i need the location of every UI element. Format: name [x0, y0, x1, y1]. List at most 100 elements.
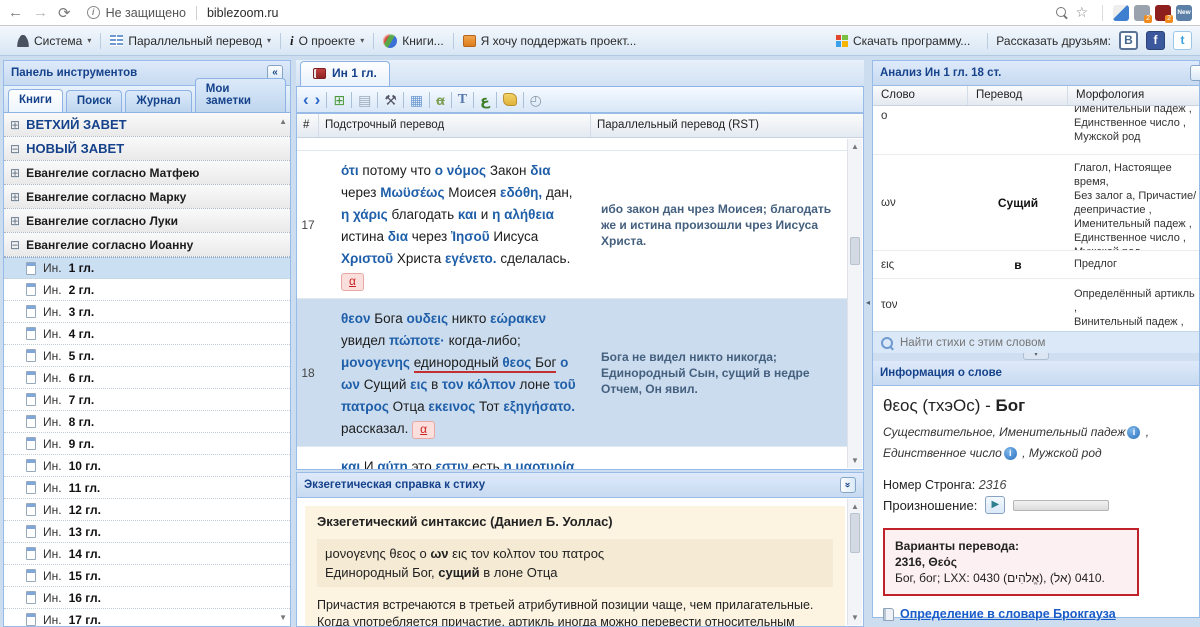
analysis-row-о[interactable]: оИменительный падеж , Единственное число… — [873, 106, 1199, 154]
scroll-thumb[interactable] — [850, 237, 860, 265]
tree-group-Евангелие согласно Матфею[interactable]: ⊞Евангелие согласно Матфею — [4, 161, 290, 185]
add-note-icon[interactable]: ⊞ — [333, 92, 345, 108]
scroll-down-icon[interactable]: ▼ — [848, 613, 862, 622]
column-interlinear[interactable]: Подстрочный перевод — [319, 114, 591, 137]
chapter-14 гл.[interactable]: Ин.14 гл. — [4, 543, 290, 565]
play-audio-button[interactable]: ▶ — [985, 496, 1005, 514]
word-search-bar[interactable] — [873, 331, 1199, 353]
bookmark-scroll-icon[interactable] — [503, 93, 517, 106]
tab-Мои заметки[interactable]: Мои заметки — [195, 78, 286, 112]
collapse-exegetical-button[interactable]: « — [840, 477, 856, 493]
scroll-down-icon[interactable]: ▼ — [848, 456, 862, 465]
dictionary-link[interactable]: Определение в словаре Брокгауза — [900, 607, 1116, 621]
verse-row[interactable]: 18θεον Бога ουδεις никто εώρακεν увидел … — [297, 299, 847, 447]
column-parallel[interactable]: Параллельный перевод (RST) — [591, 114, 863, 137]
chapter-9 гл.[interactable]: Ин.9 гл. — [4, 433, 290, 455]
chapter-7 гл.[interactable]: Ин.7 гл. — [4, 389, 290, 411]
tab-john-1[interactable]: Ин 1 гл. — [300, 61, 390, 86]
analysis-row-ων[interactable]: ωνСущийГлагол, Настоящее время, Без зало… — [873, 154, 1199, 250]
column-translation[interactable]: Перевод — [968, 86, 1068, 105]
collapse-node-icon[interactable]: ⊟ — [10, 238, 20, 252]
tab-Книги[interactable]: Книги — [8, 89, 63, 112]
grid-scrollbar[interactable]: ▲ ▼ — [847, 139, 862, 468]
menu-item-support[interactable]: Я хочу поддержать проект... — [454, 31, 646, 51]
verse-row[interactable]: 17ότι потому что ο νόμος Закон δια через… — [297, 151, 847, 299]
scroll-up-icon[interactable]: ▲ — [848, 502, 862, 511]
menu-item-about[interactable]: iО проекте▾ — [281, 30, 373, 52]
tree-group-Евангелие согласно Луки[interactable]: ⊞Евангелие согласно Луки — [4, 209, 290, 233]
scroll-thumb[interactable] — [850, 513, 860, 553]
chapter-15 гл.[interactable]: Ин.15 гл. — [4, 565, 290, 587]
center-right-splitter[interactable]: ◂ — [866, 60, 871, 627]
chapter-1 гл.[interactable]: Ин.1 гл. — [4, 257, 290, 279]
chapter-17 гл.[interactable]: Ин.17 гл. — [4, 609, 290, 626]
url-text[interactable]: biblezoom.ru — [207, 6, 279, 20]
tree-group-Евангелие согласно Марку[interactable]: ⊞Евангелие согласно Марку — [4, 185, 290, 209]
hide-interlinear-icon[interactable]: α — [436, 92, 445, 108]
text-format-icon[interactable]: T — [458, 92, 467, 108]
twitter-share-button[interactable]: t — [1173, 31, 1192, 50]
expand-node-icon[interactable]: ⊞ — [10, 214, 20, 228]
splitter-handle-icon[interactable]: ▾ — [1023, 353, 1049, 360]
tree-group-Евангелие согласно Иоанну[interactable]: ⊟Евангелие согласно Иоанну — [4, 233, 290, 257]
verse-row[interactable]: α — [297, 138, 847, 151]
new-document-icon[interactable]: ▤ — [358, 92, 371, 108]
menu-item-parallel[interactable]: Параллельный перевод▾ — [101, 31, 280, 51]
info-icon[interactable]: i — [1004, 447, 1017, 460]
tree-scroll-down-icon[interactable]: ▼ — [279, 613, 287, 622]
collapse-analysis-button[interactable] — [1190, 65, 1200, 81]
browser-back-icon[interactable]: ← — [8, 4, 23, 21]
menu-download-program[interactable]: Скачать программу... — [827, 31, 979, 51]
chapter-8 гл.[interactable]: Ин.8 гл. — [4, 411, 290, 433]
verse-row[interactable]: και И αύτη это εστιν есть η μαρτυρία сви… — [297, 447, 847, 469]
address-bar[interactable]: i Не защищено biblezoom.ru — [87, 6, 279, 20]
tree-group-ВЕТХИЙ ЗАВЕТ[interactable]: ⊞ВЕТХИЙ ЗАВЕТ — [4, 113, 290, 137]
browser-forward-icon[interactable]: → — [33, 4, 48, 21]
extension-adblock-icon[interactable]: 2 — [1134, 5, 1150, 21]
chapter-10 гл.[interactable]: Ин.10 гл. — [4, 455, 290, 477]
back-icon[interactable]: ‹ — [303, 92, 309, 108]
zoom-page-icon[interactable] — [1056, 7, 1067, 18]
site-info-icon[interactable]: i — [87, 6, 100, 19]
column-word[interactable]: Слово — [873, 86, 968, 105]
scroll-up-icon[interactable]: ▲ — [848, 142, 862, 151]
bookmark-star-icon[interactable]: ☆ — [1075, 4, 1088, 21]
tools-icon[interactable]: ⚒ — [384, 92, 397, 108]
chapter-11 гл.[interactable]: Ин.11 гл. — [4, 477, 290, 499]
forward-icon[interactable]: › — [315, 92, 321, 108]
collapse-node-icon[interactable]: ⊟ — [10, 142, 20, 156]
chapter-4 гл.[interactable]: Ин.4 гл. — [4, 323, 290, 345]
lexeme-icon[interactable]: ع — [480, 92, 490, 108]
chapter-3 гл.[interactable]: Ин.3 гл. — [4, 301, 290, 323]
history-clock-icon[interactable]: ◴ — [530, 92, 542, 108]
tab-Журнал[interactable]: Журнал — [125, 90, 191, 112]
tree-group-НОВЫЙ ЗАВЕТ[interactable]: ⊟НОВЫЙ ЗАВЕТ — [4, 137, 290, 161]
browser-reload-icon[interactable]: ⟳ — [58, 4, 71, 22]
column-morphology[interactable]: Морфология — [1068, 86, 1199, 105]
menu-item-books[interactable]: Книги... — [374, 31, 452, 51]
chapter-12 гл.[interactable]: Ин.12 гл. — [4, 499, 290, 521]
analysis-row-εις[interactable]: ειςвПредлог — [873, 250, 1199, 278]
tree-scroll-up-icon[interactable]: ▲ — [279, 117, 287, 126]
search-input[interactable] — [900, 337, 1191, 349]
facebook-share-button[interactable]: f — [1146, 31, 1165, 50]
exegetical-scrollbar[interactable]: ▲ ▼ — [847, 499, 862, 625]
chapter-16 гл.[interactable]: Ин.16 гл. — [4, 587, 290, 609]
expand-node-icon[interactable]: ⊞ — [10, 166, 20, 180]
info-icon[interactable]: i — [1127, 426, 1140, 439]
splitter-grip-icon[interactable]: ◂ — [866, 298, 870, 307]
analysis-row-τον[interactable]: τονОпределённый артикль , Винительный па… — [873, 278, 1199, 331]
expand-node-icon[interactable]: ⊞ — [10, 118, 20, 132]
verse-analysis-button[interactable]: α — [341, 273, 364, 291]
extension-picker-icon[interactable] — [1113, 5, 1129, 21]
vk-share-button[interactable]: B — [1119, 31, 1138, 50]
horizontal-splitter[interactable]: ▾ — [873, 353, 1199, 361]
tab-Поиск[interactable]: Поиск — [66, 90, 123, 112]
expand-node-icon[interactable]: ⊞ — [10, 190, 20, 204]
extension-new-icon[interactable]: New — [1176, 5, 1192, 21]
menu-item-system[interactable]: Система▾ — [8, 31, 100, 51]
verse-analysis-button[interactable]: α — [412, 421, 435, 439]
chapter-13 гл.[interactable]: Ин.13 гл. — [4, 521, 290, 543]
column-number[interactable]: # — [297, 114, 319, 137]
chapter-2 гл.[interactable]: Ин.2 гл. — [4, 279, 290, 301]
